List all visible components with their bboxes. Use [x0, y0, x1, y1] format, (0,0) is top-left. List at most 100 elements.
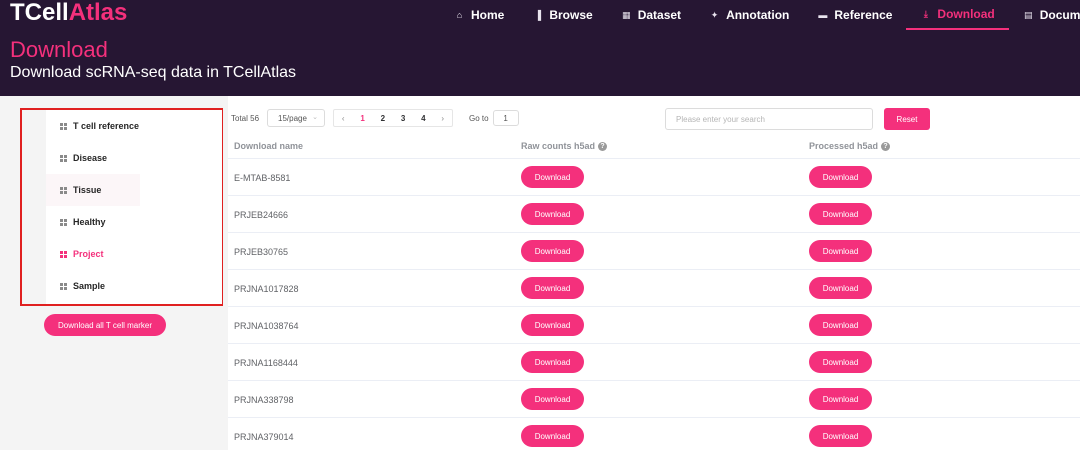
- site-logo[interactable]: TCellAtlas: [10, 0, 127, 26]
- page-numbers: ‹ 1 2 3 4 ›: [333, 109, 454, 127]
- sidebar: T cell reference Disease Tissue Healthy Proj…: [0, 96, 228, 450]
- monitor-icon: ▬: [818, 10, 828, 20]
- nav-label: Annotation: [726, 8, 790, 22]
- download-name-cell: PRJEB24666: [234, 209, 289, 220]
- nav-label: Reference: [834, 8, 893, 22]
- highlight-box: T cell reference Disease Tissue Healthy Proj…: [20, 108, 223, 306]
- download-all-marker-button[interactable]: Download all T cell marker: [44, 314, 166, 336]
- download-table: Download name Raw counts h5ad? Processed…: [228, 133, 1080, 450]
- nav-annotation[interactable]: ✦ Annotation: [695, 0, 803, 30]
- total-count: Total 56: [231, 113, 260, 123]
- table-row: PRJNA1017828 Download Download: [228, 270, 1080, 307]
- page-number-1[interactable]: 1: [360, 114, 364, 123]
- main-content: Total 56 15/page ⌄ ‹ 1 2 3 4 › Go to 1 Reset D…: [228, 96, 1080, 450]
- help-icon[interactable]: ?: [598, 141, 608, 151]
- nav-label: Dataset: [637, 8, 682, 22]
- grid-icon: [60, 122, 67, 130]
- table-row: PRJEB24666 Download Download: [228, 196, 1080, 233]
- download-name-cell: PRJNA1017828: [234, 283, 299, 294]
- download-processed-button[interactable]: Download: [809, 240, 872, 262]
- download-raw-button[interactable]: Download: [521, 314, 584, 336]
- grid-icon: ▦: [621, 9, 631, 20]
- sidebar-item-sample[interactable]: Sample: [46, 270, 222, 302]
- sidebar-item-label: Sample: [73, 281, 106, 291]
- grid-icon: [60, 250, 67, 258]
- download-raw-button[interactable]: Download: [521, 388, 584, 410]
- page-size-value: 15/page: [278, 113, 307, 123]
- download-processed-button[interactable]: Download: [809, 166, 872, 188]
- download-name-cell: E-MTAB-8581: [234, 172, 291, 183]
- column-header-label: Download name: [234, 141, 304, 151]
- download-raw-button[interactable]: Download: [521, 351, 584, 373]
- sidebar-item-label: Disease: [73, 153, 108, 163]
- sidebar-item-disease[interactable]: Disease: [46, 142, 222, 174]
- download-name-cell: PRJEB30765: [234, 246, 289, 257]
- table-body: E-MTAB-8581 Download Download PRJEB24666 Dow…: [228, 159, 1080, 450]
- table-row: PRJNA1038764 Download Download: [228, 307, 1080, 344]
- column-header-label: Processed h5ad: [809, 141, 879, 151]
- table-row: PRJEB30765 Download Download: [228, 233, 1080, 270]
- download-name-cell: PRJNA338798: [234, 394, 294, 405]
- nav-download[interactable]: ⤓ Download: [906, 0, 1009, 30]
- main-nav: ⌂ Home ▐ Browse ▦ Dataset ✦ Annotation ▬ Referenc…: [440, 0, 1080, 30]
- next-page-icon[interactable]: ›: [441, 114, 444, 123]
- annotation-icon: ✦: [710, 9, 719, 20]
- sidebar-item-project[interactable]: Project: [46, 238, 222, 270]
- sidebar-item-label: Project: [73, 249, 104, 259]
- column-header-label: Raw counts h5ad: [521, 141, 596, 151]
- goto-page: Go to 1: [469, 110, 519, 126]
- page-number-3[interactable]: 3: [401, 114, 405, 123]
- bar-chart-icon: ▐: [534, 10, 542, 20]
- nav-dataset[interactable]: ▦ Dataset: [607, 0, 695, 30]
- grid-icon: [60, 282, 67, 290]
- download-name-cell: PRJNA1168444: [234, 357, 298, 368]
- sidebar-item-healthy[interactable]: Healthy: [46, 206, 222, 238]
- goto-label: Go to: [469, 113, 489, 123]
- download-raw-button[interactable]: Download: [521, 240, 584, 262]
- logo-text-accent: Atlas: [68, 0, 128, 26]
- goto-page-input[interactable]: 1: [492, 110, 519, 126]
- reset-button[interactable]: Reset: [884, 108, 930, 130]
- sidebar-item-label: T cell reference: [73, 121, 140, 131]
- sidebar-item-tissue[interactable]: Tissue: [46, 174, 140, 206]
- download-raw-button[interactable]: Download: [521, 166, 584, 188]
- pagination: Total 56 15/page ⌄ ‹ 1 2 3 4 › Go to 1: [231, 108, 519, 128]
- grid-icon: [60, 218, 67, 226]
- download-processed-button[interactable]: Download: [809, 277, 872, 299]
- column-header-raw: Raw counts h5ad?: [521, 133, 608, 159]
- page-subtitle: Download scRNA-seq data in TCellAtlas: [10, 64, 297, 81]
- nav-home[interactable]: ⌂ Home: [440, 0, 518, 30]
- sidebar-item-label: Tissue: [73, 185, 102, 195]
- download-raw-button[interactable]: Download: [521, 277, 584, 299]
- table-row: PRJNA1168444 Download Download: [228, 344, 1080, 381]
- search-input[interactable]: [665, 108, 873, 130]
- download-name-cell: PRJNA379014: [234, 431, 294, 442]
- download-raw-button[interactable]: Download: [521, 425, 584, 447]
- site-header: TCellAtlas ⌂ Home ▐ Browse ▦ Dataset ✦ Annotati…: [0, 0, 1080, 96]
- download-processed-button[interactable]: Download: [809, 203, 872, 225]
- download-processed-button[interactable]: Download: [809, 388, 872, 410]
- nav-label: Document: [1039, 8, 1080, 22]
- download-processed-button[interactable]: Download: [809, 425, 872, 447]
- download-processed-button[interactable]: Download: [809, 314, 872, 336]
- table-row: PRJNA338798 Download Download: [228, 381, 1080, 418]
- table-header: Download name Raw counts h5ad? Processed…: [228, 133, 1080, 159]
- nav-label: Home: [471, 8, 505, 22]
- page-number-2[interactable]: 2: [381, 114, 385, 123]
- nav-label: Download: [937, 7, 995, 21]
- sidebar-item-t-cell-reference[interactable]: T cell reference: [46, 110, 222, 142]
- download-processed-button[interactable]: Download: [809, 351, 872, 373]
- chevron-down-icon: ⌄: [312, 114, 319, 121]
- nav-browse[interactable]: ▐ Browse: [518, 0, 606, 30]
- nav-document[interactable]: ▤ Document: [1009, 0, 1080, 30]
- help-icon[interactable]: ?: [881, 141, 891, 151]
- page-size-select[interactable]: 15/page ⌄: [267, 109, 326, 127]
- logo-text-main: TCell: [10, 0, 69, 26]
- download-raw-button[interactable]: Download: [521, 203, 584, 225]
- nav-reference[interactable]: ▬ Reference: [803, 0, 906, 30]
- page-number-4[interactable]: 4: [421, 114, 425, 123]
- column-header-processed: Processed h5ad?: [809, 133, 891, 159]
- column-header-name: Download name: [234, 133, 303, 159]
- prev-page-icon[interactable]: ‹: [342, 114, 345, 123]
- sidebar-item-label: Healthy: [73, 217, 106, 227]
